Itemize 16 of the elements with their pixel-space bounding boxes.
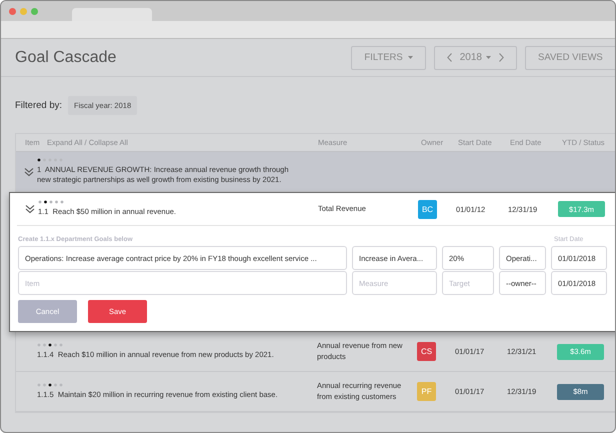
level-dots-icon bbox=[38, 200, 64, 204]
close-window-icon[interactable] bbox=[9, 8, 16, 14]
owner-avatar: CS bbox=[417, 342, 436, 361]
double-chevron-icon[interactable] bbox=[25, 204, 35, 214]
caret-icon bbox=[486, 56, 491, 59]
page-title: Goal Cascade bbox=[15, 48, 116, 66]
caret-icon bbox=[408, 56, 413, 59]
maximize-window-icon[interactable] bbox=[31, 8, 38, 14]
double-chevron-icon[interactable] bbox=[24, 166, 34, 176]
next-icon[interactable] bbox=[499, 53, 504, 62]
level-dots-icon bbox=[37, 342, 63, 347]
level-dots-icon bbox=[37, 382, 63, 387]
owner-avatar: PF bbox=[417, 382, 436, 401]
filter-label: Filtered by: bbox=[15, 100, 62, 110]
owner-avatar: BC bbox=[418, 200, 437, 218]
previous-icon[interactable] bbox=[446, 53, 452, 62]
